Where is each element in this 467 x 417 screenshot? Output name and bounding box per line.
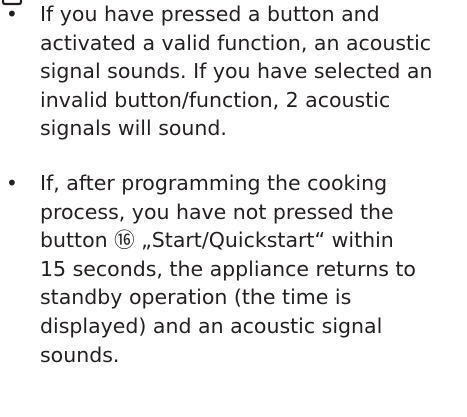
note-line: signal sounds. If you have selected an	[40, 59, 433, 84]
note-line: If you have pressed a button and	[40, 2, 380, 26]
note-line: If, after programming the cooking	[40, 170, 388, 195]
note-line: signals will sound.	[40, 116, 227, 141]
notes-list: • If you have pressed a button and activ…	[0, 0, 467, 369]
note-line: button ⑯ „Start/Quickstart“ within	[40, 228, 394, 253]
note-line: standby operation (the time is	[40, 285, 352, 310]
note-line: process, you have not pressed the	[40, 199, 394, 224]
bullet-marker: •	[6, 2, 18, 26]
note-item-standby-timeout: • If, after programming the cooking proc…	[0, 169, 467, 369]
note-line: sounds.	[40, 342, 120, 367]
note-line: 15 seconds, the appliance returns to	[40, 256, 416, 281]
note-item-valid-function: • If you have pressed a button and activ…	[0, 0, 467, 143]
bullet-marker: •	[6, 170, 18, 195]
manual-page: • If you have pressed a button and activ…	[0, 0, 467, 417]
note-line: invalid button/function, 2 acoustic	[40, 87, 391, 112]
note-line: activated a valid function, an acoustic	[40, 30, 432, 55]
note-line: displayed) and an acoustic signal	[40, 313, 383, 338]
